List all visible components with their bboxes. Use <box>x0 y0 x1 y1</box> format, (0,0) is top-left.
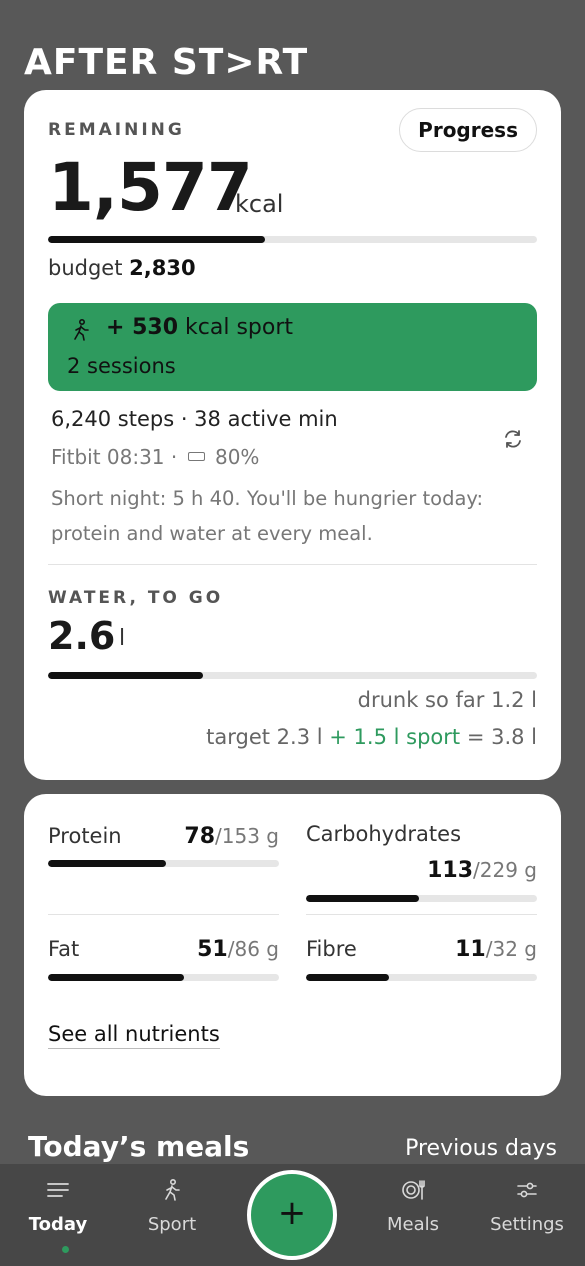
nutrient-target: /86 g <box>227 937 279 961</box>
budget-text: budget 2,830 <box>48 256 196 280</box>
remaining-label: REMAINING <box>48 120 185 140</box>
nav-label: Settings <box>490 1214 564 1235</box>
calorie-progress-bar <box>48 236 537 243</box>
battery-icon <box>187 452 205 461</box>
nutrient-value-protein: 78/153 g <box>184 824 279 849</box>
steps-line: 6,240 steps · 38 active min <box>51 407 338 431</box>
nutrient-amount: 78 <box>184 824 216 849</box>
fat-bar-fill <box>48 974 185 981</box>
divider <box>48 564 537 565</box>
nav-today[interactable]: Today <box>8 1164 108 1266</box>
nutrient-amount: 11 <box>455 937 486 962</box>
water-target-total: = 3.8 l <box>466 725 537 749</box>
kcal-unit: kcal <box>235 190 284 218</box>
water-target-sport: + 1.5 l sport <box>329 725 461 749</box>
walking-person-icon <box>74 319 89 341</box>
plus-icon: + <box>277 1193 307 1233</box>
nutrient-target: /153 g <box>215 824 279 848</box>
water-target-text: target 2.3 l + 1.5 l sport = 3.8 l <box>206 725 537 749</box>
nutrient-value-fibre: 11/32 g <box>455 937 537 962</box>
progress-button[interactable]: Progress <box>399 108 537 152</box>
nutrient-value-fat: 51/86 g <box>197 937 279 962</box>
water-progress-fill <box>48 672 203 679</box>
device-line: Fitbit 08:31 · 80% <box>51 445 259 469</box>
active-indicator <box>62 1246 69 1253</box>
nutrients-card: Protein 78/153 g Carbohydrates 113/229 g… <box>24 794 561 1096</box>
budget-label: budget <box>48 256 123 280</box>
battery-level: 80% <box>214 445 260 469</box>
carbohydrates-bar <box>306 895 537 902</box>
sport-sessions: 2 sessions <box>67 354 176 378</box>
fat-bar <box>48 974 279 981</box>
nav-label: Meals <box>386 1214 439 1235</box>
fibre-bar <box>306 974 537 981</box>
plate-cutlery-icon <box>402 1180 425 1200</box>
protein-bar-fill <box>48 860 166 867</box>
nutrient-amount: 113 <box>427 858 474 883</box>
nutrient-amount: 51 <box>197 937 228 962</box>
nutrient-name-fat: Fat <box>48 937 80 961</box>
sport-summary[interactable]: + 530 kcal sport 2 sessions <box>48 303 537 391</box>
calories-card: REMAINING Progress 1,577 kcal budget 2,8… <box>24 90 561 780</box>
sliders-icon <box>517 1182 537 1198</box>
nav-label: Today <box>28 1214 88 1235</box>
nutrient-name-fibre: Fibre <box>306 937 357 961</box>
divider <box>306 914 537 915</box>
meals-section-title: Today’s meals <box>28 1130 250 1163</box>
water-label: WATER, TO GO <box>48 588 224 608</box>
divider <box>48 914 279 915</box>
sleep-note: Short night: 5 h 40. You'll be hungrier … <box>51 487 484 545</box>
previous-days-link[interactable]: Previous days <box>405 1136 557 1161</box>
water-target-base: target 2.3 l <box>206 725 323 749</box>
add-button[interactable]: + <box>247 1170 337 1260</box>
sport-amount: + 530 <box>106 315 179 340</box>
running-icon <box>165 1178 180 1201</box>
carbohydrates-bar-fill <box>306 895 420 902</box>
sync-icon[interactable] <box>502 428 524 450</box>
calorie-progress-fill <box>48 236 265 243</box>
budget-value: 2,830 <box>129 256 196 280</box>
app-logo: AFTER ST>RT <box>24 42 309 83</box>
nutrient-value-carbohydrates: 113/229 g <box>427 858 537 883</box>
protein-bar <box>48 860 279 867</box>
menu-lines-icon <box>47 1183 69 1197</box>
remaining-kcal-value: 1,577 <box>48 149 253 226</box>
nutrient-target: /229 g <box>473 858 537 882</box>
device-sync-text: Fitbit 08:31 · <box>51 445 178 469</box>
nav-label: Sport <box>147 1214 197 1235</box>
nav-settings[interactable]: Settings <box>477 1164 577 1266</box>
see-all-nutrients-link[interactable]: See all nutrients <box>48 1022 220 1049</box>
water-value: 2.6 <box>48 614 116 658</box>
sport-unit: kcal sport <box>185 315 293 340</box>
fibre-bar-fill <box>306 974 390 981</box>
nutrient-target: /32 g <box>485 937 537 961</box>
water-progress-bar <box>48 672 537 679</box>
nav-meals[interactable]: Meals <box>363 1164 463 1266</box>
water-unit: l <box>119 626 126 651</box>
nutrient-name-carbohydrates: Carbohydrates <box>306 822 462 846</box>
nav-sport[interactable]: Sport <box>122 1164 222 1266</box>
nutrient-name-protein: Protein <box>48 824 122 848</box>
sport-kcal: + 530 kcal sport <box>106 315 293 340</box>
water-drunk-text: drunk so far 1.2 l <box>357 688 537 712</box>
